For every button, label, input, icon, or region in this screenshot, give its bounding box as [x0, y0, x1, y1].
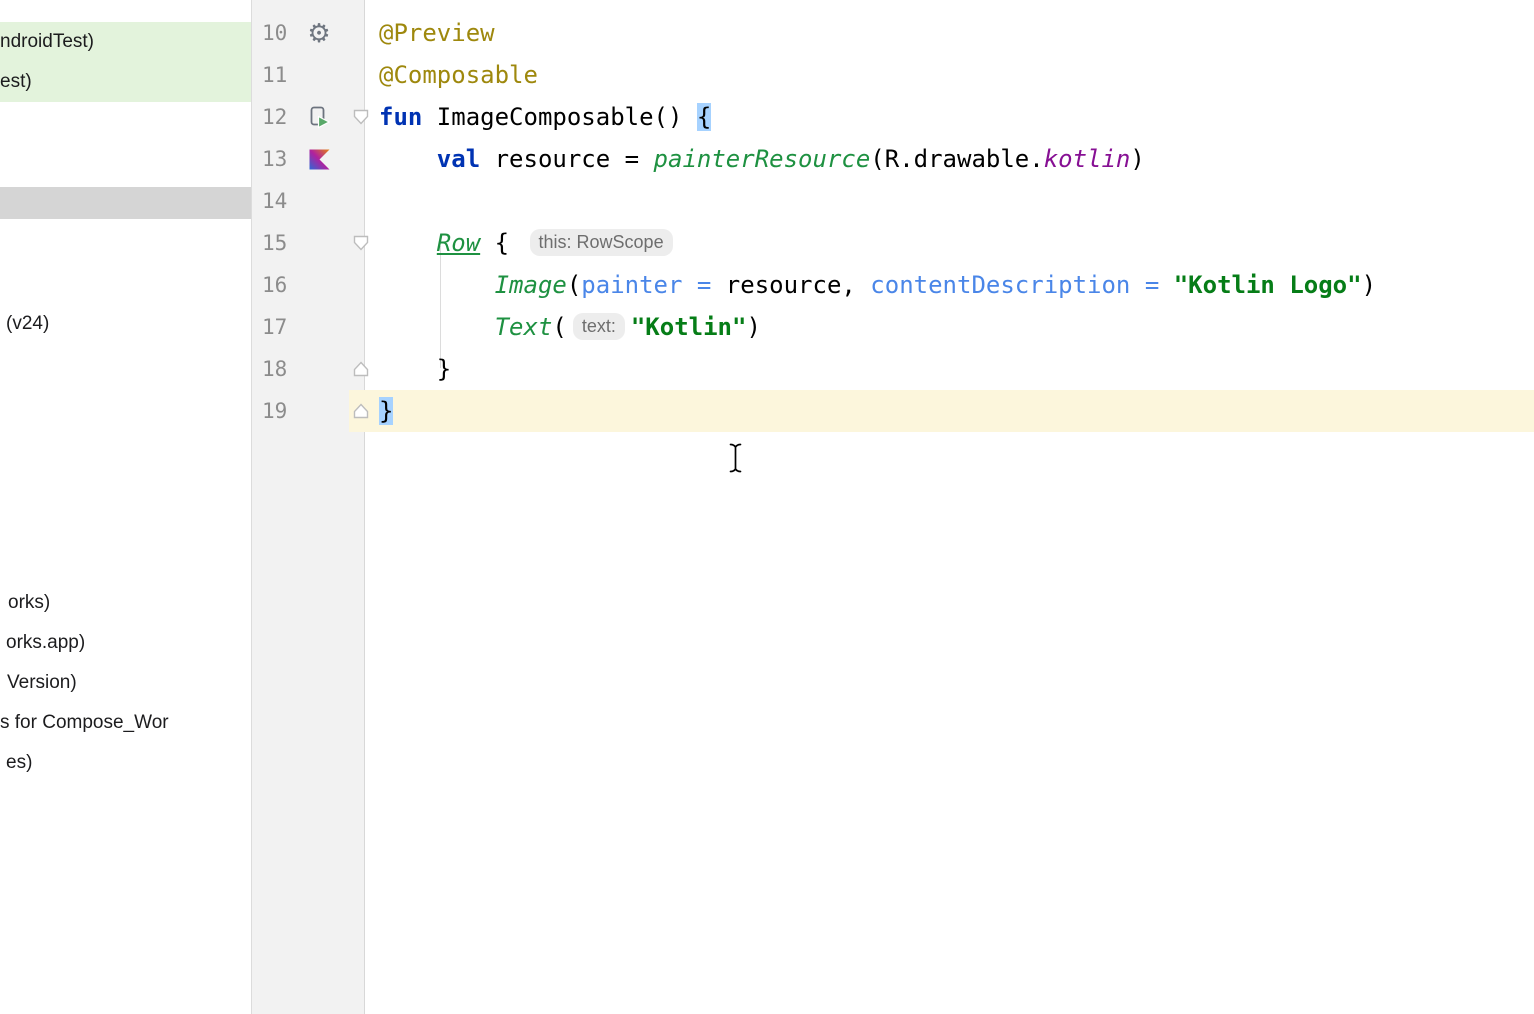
line-number: 16 — [262, 264, 304, 306]
project-tree-item[interactable]: ndroidTest) — [0, 22, 251, 62]
code-line[interactable]: 13 val resource = painterResource(R.draw… — [252, 138, 1534, 180]
code-token: (R.drawable. — [870, 145, 1043, 173]
code-line[interactable]: 15 Row { this: RowScope — [252, 222, 1534, 264]
line-number: 15 — [262, 222, 304, 264]
project-tree-item[interactable]: est) — [0, 62, 251, 102]
line-number: 11 — [262, 54, 304, 96]
code-token: { — [480, 229, 523, 257]
code-text: } — [379, 348, 1534, 390]
code-token — [379, 271, 495, 299]
code-text: fun ImageComposable() { — [379, 96, 1534, 138]
line-number: 13 — [262, 138, 304, 180]
code-token — [379, 313, 495, 341]
code-line[interactable]: 10⚙ @Preview — [252, 12, 1534, 54]
line-number: 18 — [262, 348, 304, 390]
code-text: Image(painter = resource, contentDescrip… — [379, 264, 1534, 306]
line-number: 14 — [262, 180, 304, 222]
project-item-label: es) — [0, 752, 32, 774]
line-number: 17 — [262, 306, 304, 348]
ide-window: ndroidTest) est) (v24) orks) orks.app) Versio… — [0, 0, 1534, 1014]
project-tree-item[interactable]: (v24) — [0, 304, 251, 344]
code-token: "Kotlin" — [631, 313, 747, 341]
gear-icon[interactable]: ⚙ — [302, 12, 336, 54]
code-token — [379, 145, 437, 173]
code-text — [379, 180, 1534, 222]
project-panel[interactable]: ndroidTest) est) (v24) orks) orks.app) Versio… — [0, 0, 251, 1014]
code-token: resource, — [726, 271, 871, 299]
code-token: contentDescription = — [870, 271, 1173, 299]
code-text: } — [379, 390, 1534, 432]
project-tree-item[interactable]: s for Compose_Wor — [0, 703, 251, 743]
code-line[interactable]: 12 fun ImageComposable() { — [252, 96, 1534, 138]
code-token — [379, 229, 437, 257]
code-token: "Kotlin Logo" — [1174, 271, 1362, 299]
code-line[interactable]: 16 Image(painter = resource, contentDesc… — [252, 264, 1534, 306]
code-token: painterResource — [654, 145, 871, 173]
project-item-label: s for Compose_Wor — [0, 712, 169, 734]
inlay-hint[interactable]: this: RowScope — [530, 229, 673, 256]
project-tree-item[interactable]: es) — [0, 743, 251, 783]
project-item-label: orks.app) — [0, 632, 85, 654]
code-token: painter = — [581, 271, 726, 299]
inlay-hint[interactable]: text: — [573, 313, 625, 340]
code-token: ) — [746, 313, 760, 341]
code-text: @Composable — [379, 54, 1534, 96]
code-token: kotlin — [1044, 145, 1131, 173]
code-line[interactable]: 11 @Composable — [252, 54, 1534, 96]
code-token: @Preview — [379, 19, 495, 47]
code-token: } — [379, 355, 451, 383]
project-item-label: (v24) — [0, 313, 49, 335]
kotlin-icon[interactable] — [302, 138, 336, 180]
code-token: { — [697, 103, 711, 131]
code-token: ) — [1130, 145, 1144, 173]
project-tree-item[interactable]: Version) — [0, 663, 251, 703]
project-item-label: est) — [0, 71, 32, 93]
project-tree-item[interactable] — [0, 187, 251, 219]
code-token: ( — [567, 271, 581, 299]
fold-up-marker-icon[interactable] — [351, 390, 371, 432]
project-item-label: orks) — [0, 592, 50, 614]
code-token: ImageComposable() — [422, 103, 697, 131]
code-line[interactable]: 18 } — [252, 348, 1534, 390]
code-token: @Composable — [379, 61, 538, 89]
project-item-label: Version) — [0, 672, 77, 694]
code-text: val resource = painterResource(R.drawabl… — [379, 138, 1534, 180]
code-token: Text — [495, 313, 553, 341]
code-token: ) — [1362, 271, 1376, 299]
line-number: 12 — [262, 96, 304, 138]
code-token: val — [437, 145, 480, 173]
code-token: ( — [552, 313, 566, 341]
project-tree-item[interactable]: orks) — [0, 583, 251, 623]
code-line[interactable]: 19} — [252, 390, 1534, 432]
code-token: Row — [437, 229, 480, 257]
project-item-label: ndroidTest) — [0, 31, 94, 53]
fold-up-marker-icon[interactable] — [351, 348, 371, 390]
code-token: fun — [379, 103, 422, 131]
code-line[interactable]: 14 — [252, 180, 1534, 222]
code-text: Text( text:"Kotlin") — [379, 306, 1534, 348]
code-token: resource = — [480, 145, 653, 173]
fold-down-marker-icon[interactable] — [351, 96, 371, 138]
code-editor[interactable]: 10⚙ @Preview 11 @Composable 12 fun ImageCompo… — [251, 0, 1534, 1014]
code-line[interactable]: 17 Text( text:"Kotlin") — [252, 306, 1534, 348]
line-number: 19 — [262, 390, 304, 432]
code-token: } — [379, 397, 393, 425]
code-text: Row { this: RowScope — [379, 222, 1534, 264]
fold-down-marker-icon[interactable] — [351, 222, 371, 264]
code-token: Image — [495, 271, 567, 299]
text-ibeam-cursor-icon — [727, 442, 744, 474]
project-tree-item[interactable]: orks.app) — [0, 623, 251, 663]
code-text: @Preview — [379, 12, 1534, 54]
line-number: 10 — [262, 12, 304, 54]
run-preview-icon[interactable] — [302, 96, 336, 138]
